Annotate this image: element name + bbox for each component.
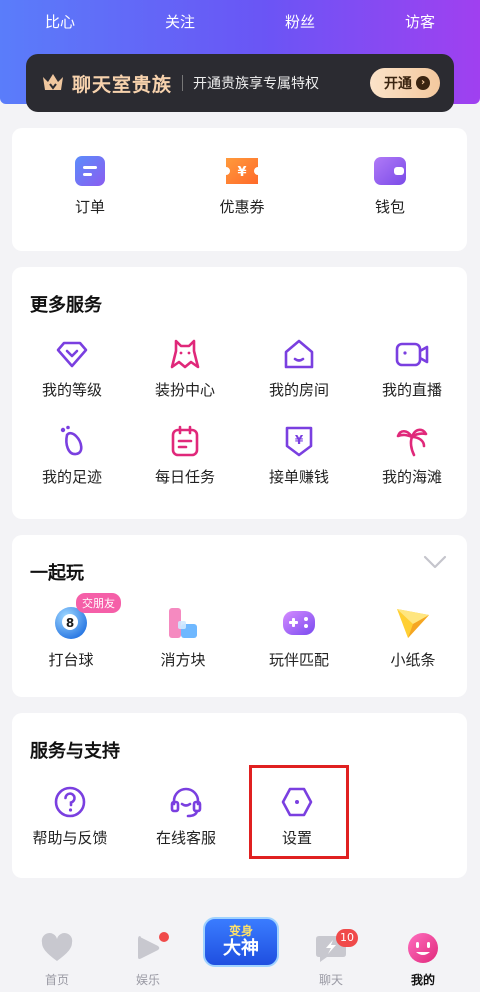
notification-dot (159, 932, 169, 942)
svg-text:¥: ¥ (237, 165, 246, 180)
service-task[interactable]: 每日任务 (147, 424, 223, 487)
chat-count-badge: 10 (336, 929, 358, 947)
coupon-icon: ¥ (226, 158, 258, 184)
beach-icon (396, 428, 428, 457)
vip-open-label: 开通 (384, 76, 412, 92)
support-title: 服务与支持 (30, 741, 120, 762)
earn-icon: ¥ (285, 426, 313, 457)
support-card: 服务与支持 帮助与反馈 在线客服 设置 (12, 713, 467, 878)
wallet-icon (374, 157, 406, 185)
heart-icon (41, 933, 73, 961)
support-help[interactable]: 帮助与反馈 (26, 785, 114, 848)
nav-home[interactable]: 首页 (17, 933, 97, 988)
nav-home-label: 首页 (44, 973, 69, 987)
game-billiards-label: 打台球 (48, 651, 94, 669)
service-footprint-label: 我的足迹 (41, 468, 102, 486)
support-help-label: 帮助与反馈 (32, 829, 108, 847)
quick-wallet[interactable]: 钱包 (360, 154, 420, 217)
settings-highlight-box (249, 765, 349, 859)
chevron-right-icon: › (416, 76, 430, 90)
paper-plane-icon (397, 609, 429, 638)
nav-entertainment[interactable]: 娱乐 (108, 933, 188, 988)
vip-divider (182, 75, 184, 91)
chevron-down-icon[interactable] (423, 555, 447, 569)
stat-visitors[interactable]: 访客 (360, 0, 480, 44)
gamepad-icon (283, 611, 315, 635)
vip-title: 聊天室贵族 (72, 73, 173, 96)
quick-order-label: 订单 (74, 198, 105, 216)
nav-mine[interactable]: 我的 (383, 933, 463, 988)
game-note-label: 小纸条 (390, 651, 436, 669)
more-services-card: 更多服务 我的等级 装扮中心 我的房间 我的直播 我的足迹 每日任务 ¥ 接单赚… (12, 267, 467, 519)
quick-coupon-label: 优惠券 (219, 198, 265, 216)
service-live-label: 我的直播 (381, 381, 442, 399)
svg-text:¥: ¥ (295, 433, 304, 447)
game-billiards[interactable]: 8 打台球 (36, 605, 106, 670)
game-blocks-label: 消方块 (160, 651, 206, 669)
vip-banner[interactable]: 聊天室贵族 开通贵族享专属特权 开通 › (26, 54, 454, 112)
play-together-card: 一起玩 8 打台球 交朋友 消方块 玩伴匹配 小纸条 (12, 535, 467, 697)
face-icon (408, 933, 438, 963)
service-level[interactable]: 我的等级 (34, 337, 110, 400)
game-note[interactable]: 小纸条 (378, 605, 448, 670)
service-footprint[interactable]: 我的足迹 (34, 424, 110, 487)
promo-line1: 变身 (228, 924, 253, 938)
support-service[interactable]: 在线客服 (146, 785, 226, 848)
vip-open-button[interactable]: 开通 › (370, 68, 440, 98)
service-earn-label: 接单赚钱 (268, 468, 329, 486)
service-dressup[interactable]: 装扮中心 (147, 337, 223, 400)
blocks-icon (169, 608, 197, 638)
more-services-title: 更多服务 (30, 295, 102, 316)
game-blocks[interactable]: 消方块 (148, 605, 218, 670)
task-icon (171, 425, 199, 457)
order-icon (75, 156, 105, 186)
nav-mine-label: 我的 (410, 973, 435, 987)
become-god-promo[interactable]: 变身 大神 (203, 917, 279, 967)
footprint-icon (60, 425, 83, 456)
game-match[interactable]: 玩伴匹配 (261, 605, 337, 670)
nav-chat[interactable]: 聊天 (291, 933, 371, 988)
stat-following[interactable]: 关注 (120, 0, 240, 44)
make-friends-badge: 交朋友 (76, 593, 121, 613)
service-dressup-label: 装扮中心 (154, 381, 215, 399)
vip-description: 开通贵族享专属特权 (193, 76, 320, 92)
quick-actions-card: 订单 ¥ 优惠券 钱包 (12, 128, 467, 251)
stat-fans[interactable]: 粉丝 (240, 0, 360, 44)
service-level-label: 我的等级 (41, 381, 102, 399)
headset-icon (170, 787, 202, 818)
service-beach[interactable]: 我的海滩 (374, 424, 450, 487)
support-service-label: 在线客服 (155, 829, 216, 847)
dressup-icon (170, 339, 200, 369)
play-together-title: 一起玩 (30, 563, 84, 584)
live-icon (395, 342, 429, 367)
promo-line2: 大神 (223, 938, 259, 959)
service-room-label: 我的房间 (268, 381, 329, 399)
service-task-label: 每日任务 (154, 468, 215, 486)
quick-order[interactable]: 订单 (60, 154, 120, 217)
service-beach-label: 我的海滩 (381, 468, 442, 486)
nav-chat-label: 聊天 (318, 973, 343, 987)
crown-icon (43, 74, 63, 90)
svg-text:8: 8 (66, 616, 74, 630)
room-icon (284, 339, 314, 369)
nav-entertainment-label: 娱乐 (135, 973, 160, 987)
service-earn[interactable]: ¥ 接单赚钱 (261, 424, 337, 487)
help-icon (54, 786, 86, 818)
quick-wallet-label: 钱包 (374, 198, 405, 216)
stat-bixin[interactable]: 比心 (0, 0, 120, 44)
game-match-label: 玩伴匹配 (268, 651, 329, 669)
service-live[interactable]: 我的直播 (374, 337, 450, 400)
service-room[interactable]: 我的房间 (261, 337, 337, 400)
level-icon (56, 341, 88, 368)
stats-row: 比心 关注 粉丝 访客 (0, 0, 480, 44)
quick-coupon[interactable]: ¥ 优惠券 (208, 154, 276, 217)
